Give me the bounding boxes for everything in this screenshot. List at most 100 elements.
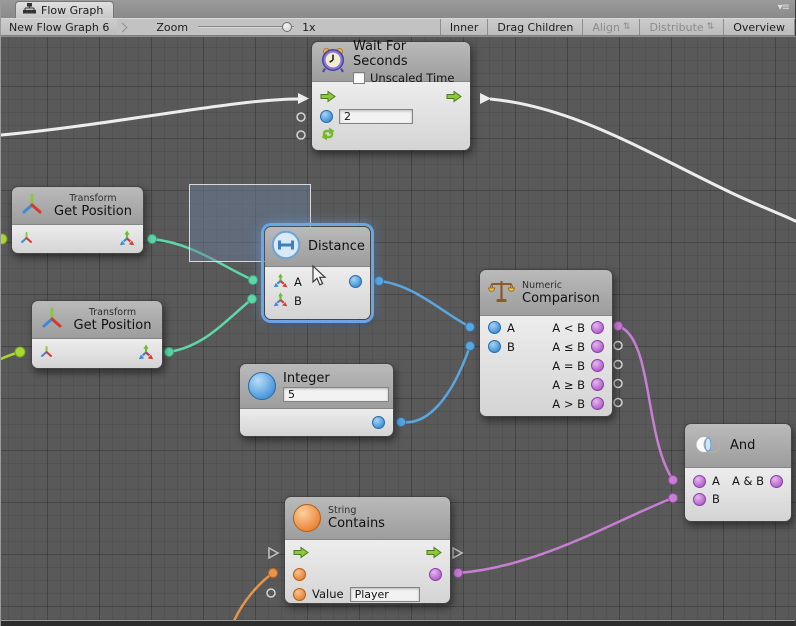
node-get-position-1[interactable]: Transform Get Position: [11, 186, 144, 254]
vector3-input-a-icon[interactable]: [273, 273, 288, 291]
output-label-0: A < B: [552, 321, 585, 335]
connection-dot[interactable]: [249, 276, 258, 285]
comparison-output-port-1[interactable]: [591, 340, 604, 353]
wire-transform-input[interactable]: [1, 352, 20, 359]
connection-dot[interactable]: [165, 348, 174, 357]
inner-button[interactable]: Inner: [440, 19, 487, 35]
connection-dot[interactable]: [148, 235, 157, 244]
port-label-a: A: [712, 474, 720, 488]
node-numeric-comparison[interactable]: Numeric Comparison A A < B B A ≤ B: [479, 269, 613, 417]
empty-port-circle[interactable]: [297, 131, 305, 139]
loop-icon[interactable]: [320, 127, 336, 144]
flow-out-port[interactable]: [446, 90, 462, 106]
wire-comparison-to-and-a[interactable]: [618, 326, 673, 480]
node-string-contains[interactable]: String Contains Value: [284, 496, 451, 604]
overview-button[interactable]: Overview: [723, 19, 795, 35]
empty-port-circle[interactable]: [614, 380, 622, 388]
comparison-output-port-3[interactable]: [591, 378, 604, 391]
graph-canvas[interactable]: Wait For Seconds Unscaled Time: [1, 36, 796, 620]
node-header[interactable]: And: [685, 424, 791, 468]
node-and[interactable]: And A A & B B: [684, 423, 792, 522]
align-button[interactable]: Align⇅: [582, 19, 639, 35]
empty-port-circle[interactable]: [614, 399, 622, 407]
transform-icon: [40, 307, 64, 333]
node-header[interactable]: Wait For Seconds Unscaled Time: [312, 42, 470, 82]
empty-flow-triangle[interactable]: [269, 548, 278, 558]
unscaled-time-checkbox[interactable]: [353, 72, 365, 84]
vector3-input-b-icon[interactable]: [273, 292, 288, 310]
node-header[interactable]: Numeric Comparison: [480, 270, 612, 316]
and-output-port[interactable]: [770, 475, 783, 488]
transform-input-port[interactable]: [40, 346, 53, 361]
port-label-b: B: [294, 294, 302, 308]
zoom-slider-track[interactable]: [198, 26, 294, 28]
tab-menu-icon[interactable]: ▾≡: [778, 2, 789, 13]
empty-port-circle[interactable]: [614, 342, 622, 350]
node-integer[interactable]: Integer: [239, 363, 394, 437]
node-header[interactable]: Integer: [240, 364, 393, 409]
zoom-slider[interactable]: [198, 20, 294, 34]
distance-output-port[interactable]: [349, 275, 362, 288]
wire-getposition2-to-distance-b[interactable]: [169, 299, 252, 352]
value-input[interactable]: [350, 587, 420, 602]
seconds-port[interactable]: [320, 110, 333, 123]
distribute-dropdown-icon: ⇅: [707, 22, 715, 32]
seconds-input[interactable]: [339, 109, 413, 124]
vector3-output-port[interactable]: [119, 230, 135, 249]
flow-out-port[interactable]: [426, 546, 442, 562]
flow-in-port[interactable]: [320, 90, 336, 106]
wire-flow-in[interactable]: [1, 99, 298, 135]
connection-dot[interactable]: [454, 569, 463, 578]
zoom-label: Zoom: [156, 21, 188, 34]
empty-port-circle[interactable]: [297, 113, 305, 121]
connection-dot[interactable]: [15, 347, 25, 357]
zoom-slider-knob[interactable]: [282, 22, 292, 32]
wire-string-input[interactable]: [234, 573, 273, 620]
connection-dot[interactable]: [1, 234, 7, 244]
string-target-port[interactable]: [293, 568, 306, 581]
transform-input-port[interactable]: [20, 232, 33, 247]
connection-dot[interactable]: [466, 342, 475, 351]
connection-dot[interactable]: [614, 322, 623, 331]
comparison-output-port-4[interactable]: [591, 397, 604, 410]
connection-dot[interactable]: [669, 494, 678, 503]
node-get-position-2[interactable]: Transform Get Position: [31, 300, 163, 369]
flow-in-port[interactable]: [293, 546, 309, 562]
connection-dot[interactable]: [466, 323, 475, 332]
node-header[interactable]: String Contains: [285, 497, 450, 540]
connection-dot[interactable]: [375, 277, 384, 286]
wire-distance-to-comparison-a[interactable]: [379, 281, 470, 327]
wire-contains-to-and-b[interactable]: [458, 498, 673, 573]
and-input-b-port[interactable]: [693, 493, 706, 506]
and-input-a-port[interactable]: [693, 475, 706, 488]
drag-children-button[interactable]: Drag Children: [487, 19, 582, 35]
vector3-output-port[interactable]: [138, 344, 154, 363]
contains-result-port[interactable]: [429, 568, 442, 581]
wire-integer-to-comparison-b[interactable]: [401, 346, 470, 422]
node-header[interactable]: Distance: [265, 227, 370, 267]
node-wait-for-seconds[interactable]: Wait For Seconds Unscaled Time: [311, 41, 471, 151]
comparison-output-port-0[interactable]: [591, 321, 604, 334]
empty-port-circle[interactable]: [267, 589, 275, 597]
node-header[interactable]: Transform Get Position: [32, 301, 162, 339]
node-header[interactable]: Transform Get Position: [12, 187, 143, 225]
comparison-output-port-2[interactable]: [591, 359, 604, 372]
connection-dot[interactable]: [269, 569, 278, 578]
comparison-input-a-port[interactable]: [488, 321, 501, 334]
wire-flow-out[interactable]: [490, 99, 796, 223]
empty-flow-triangle[interactable]: [453, 548, 462, 558]
port-label-a: A: [507, 321, 515, 335]
connection-dot[interactable]: [397, 418, 406, 427]
distribute-button[interactable]: Distribute⇅: [639, 19, 723, 35]
connection-dot[interactable]: [248, 295, 257, 304]
breadcrumb[interactable]: New Flow Graph 6: [1, 19, 117, 35]
integer-input[interactable]: [283, 387, 389, 402]
integer-output-port[interactable]: [372, 416, 385, 429]
tab-flow-graph[interactable]: Flow Graph: [15, 1, 114, 18]
empty-port-circle[interactable]: [614, 361, 622, 369]
mouse-cursor-icon: [312, 265, 327, 291]
value-port[interactable]: [293, 588, 306, 601]
connection-dot[interactable]: [669, 476, 678, 485]
comparison-input-b-port[interactable]: [488, 340, 501, 353]
output-label-3: A ≥ B: [552, 378, 585, 392]
